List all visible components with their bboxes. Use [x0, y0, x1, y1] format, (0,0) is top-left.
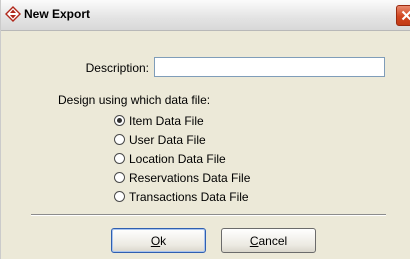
close-icon: [401, 10, 410, 21]
export-dialog: New Export Description: Design using whi…: [0, 0, 410, 259]
radio-button[interactable]: [114, 172, 125, 183]
radio-label: Location Data File: [129, 151, 226, 166]
radio-button[interactable]: [114, 134, 125, 145]
radio-label: Reservations Data File: [129, 170, 251, 185]
diamond-arrows-icon: [5, 6, 21, 22]
ok-label-rest: k: [160, 233, 167, 248]
radio-user-data-file[interactable]: User Data File: [114, 130, 250, 149]
radio-item-data-file[interactable]: Item Data File: [114, 111, 250, 130]
cancel-button[interactable]: Cancel: [221, 228, 316, 253]
data-file-prompt: Design using which data file:: [58, 93, 211, 107]
cancel-mnemonic: C: [249, 233, 259, 248]
radio-label: Transactions Data File: [129, 189, 249, 204]
title-bar[interactable]: New Export: [1, 0, 410, 31]
description-input[interactable]: [154, 57, 385, 77]
ok-mnemonic: O: [150, 233, 161, 248]
radio-reservations-data-file[interactable]: Reservations Data File: [114, 168, 250, 187]
radio-button[interactable]: [114, 153, 125, 164]
description-label: Description:: [85, 61, 149, 75]
ok-button[interactable]: Ok: [111, 228, 206, 253]
radio-button[interactable]: [114, 115, 125, 126]
radio-label: User Data File: [129, 132, 206, 147]
radio-button[interactable]: [114, 191, 125, 202]
cancel-label-rest: ancel: [258, 233, 288, 248]
radio-label: Item Data File: [129, 113, 204, 128]
radio-location-data-file[interactable]: Location Data File: [114, 149, 250, 168]
separator: [31, 214, 386, 216]
radio-transactions-data-file[interactable]: Transactions Data File: [114, 187, 250, 206]
data-file-radio-group: Item Data File User Data File Location D…: [114, 111, 250, 206]
window-title: New Export: [24, 7, 91, 21]
close-button[interactable]: [396, 5, 410, 26]
